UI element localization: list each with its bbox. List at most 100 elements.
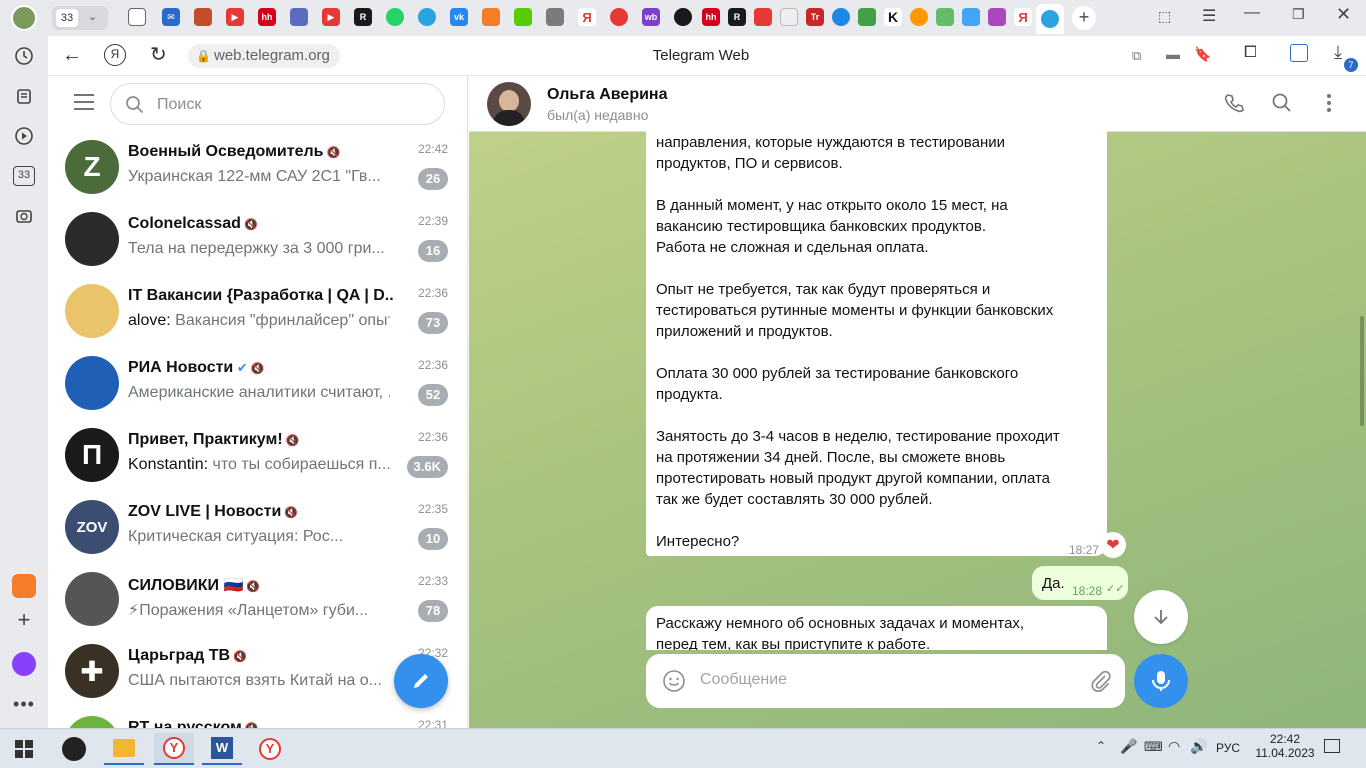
tabs-counter-icon[interactable]: 33 (10, 162, 38, 190)
search-chat-icon[interactable] (1271, 92, 1293, 114)
chevron-down-icon[interactable]: ⌄ (88, 10, 97, 23)
more-icon[interactable]: ••• (10, 690, 38, 718)
clock[interactable]: 22:42 11.04.2023 (1250, 732, 1320, 760)
yandex-browser-icon[interactable]: Y (250, 733, 290, 765)
conversation-header[interactable]: Ольга Аверина был(а) недавно (469, 76, 1366, 132)
media-player-icon[interactable] (54, 733, 94, 765)
tab-icon[interactable] (674, 8, 692, 26)
translate-icon[interactable]: ⧉ (1132, 48, 1141, 64)
active-tab[interactable] (1036, 4, 1064, 34)
unread-badge: 78 (418, 600, 448, 622)
hamburger-menu-icon[interactable] (74, 94, 94, 110)
bookmark-page-icon[interactable]: 🔖 (1194, 46, 1211, 63)
new-tab-button[interactable]: + (1072, 6, 1096, 30)
pencil-icon (414, 674, 428, 688)
emoji-icon[interactable] (662, 669, 686, 693)
volume-icon[interactable]: 🔊 (1190, 738, 1207, 755)
wifi-icon[interactable]: ◠ (1168, 738, 1180, 755)
tab-icon[interactable] (482, 8, 500, 26)
tab-icon[interactable] (290, 8, 308, 26)
bookmark-icon[interactable]: ⬚ (1158, 8, 1171, 25)
scroll-down-button[interactable] (1134, 590, 1188, 644)
tab-icon[interactable] (832, 8, 850, 26)
add-icon[interactable]: + (10, 606, 38, 634)
tab-icon[interactable] (546, 8, 564, 26)
chat-name: Военный Осведомитель 🔇 (128, 143, 340, 161)
windows-start-icon[interactable] (4, 733, 44, 765)
r-tab-icon[interactable]: R (728, 8, 746, 26)
tab-icon[interactable] (936, 8, 954, 26)
minimize-icon[interactable]: — (1244, 4, 1260, 22)
downloads-icon[interactable]: ⤓ (1334, 42, 1342, 63)
notifications-icon[interactable] (1324, 739, 1340, 753)
mail-tab-icon[interactable]: ✉ (162, 8, 180, 26)
search-input[interactable]: Поиск (110, 83, 445, 125)
yandex-tab-icon[interactable]: Я (578, 8, 596, 26)
profile-avatar[interactable] (10, 4, 38, 32)
chat-list-item[interactable]: РИА Новости ✔ 🔇 22:36 Американские аналитик… (48, 348, 467, 420)
voice-message-button[interactable] (1134, 654, 1188, 708)
contact-avatar[interactable] (487, 82, 531, 126)
hh-tab-icon[interactable]: hh (702, 8, 720, 26)
chat-list-item[interactable]: СИЛОВИКИ 🇷🇺 🔇 22:33 ⚡Поражения «Ланцетом» г… (48, 564, 467, 636)
tray-expand-icon[interactable]: ⌃ (1096, 739, 1106, 753)
tab-icon[interactable] (910, 8, 928, 26)
wb-tab-icon[interactable]: wb (642, 8, 660, 26)
tab-icon[interactable] (858, 8, 876, 26)
collections-icon[interactable] (10, 82, 38, 110)
tab-icon[interactable] (754, 8, 772, 26)
mail-app-icon[interactable] (10, 572, 38, 600)
tab-icon[interactable] (962, 8, 980, 26)
message-composer[interactable]: Сообщение (646, 654, 1125, 708)
microphone-tray-icon[interactable]: 🎤 (1120, 738, 1137, 755)
word-icon[interactable]: W (202, 733, 242, 765)
extensions-icon[interactable]: ⧠ (1244, 44, 1257, 62)
network-tray-icon[interactable]: ⌨ (1144, 739, 1163, 755)
tab-icon[interactable] (780, 8, 798, 26)
menu-icon[interactable]: ☰ (1202, 6, 1216, 26)
message-input[interactable]: Сообщение (700, 671, 787, 689)
file-explorer-icon[interactable] (104, 733, 144, 765)
attach-icon[interactable] (1088, 669, 1112, 693)
tab-icon[interactable] (610, 8, 628, 26)
history-icon[interactable] (10, 42, 38, 70)
chat-list-item[interactable]: Colonelcassad 🔇 22:39 Тела на передержку за… (48, 204, 467, 276)
alice-icon[interactable] (10, 650, 38, 678)
hh-tab-icon[interactable]: hh (258, 8, 276, 26)
duolingo-tab-icon[interactable] (514, 8, 532, 26)
chat-list-item[interactable]: ZOV ZOV LIVE | Новости 🔇 22:35 Критическая с… (48, 492, 467, 564)
restore-icon[interactable]: ❐ (1292, 6, 1305, 23)
tab-group-button[interactable]: 33 ⌄ (52, 6, 108, 30)
tab-icon[interactable]: Tr (806, 8, 824, 26)
language-indicator[interactable]: РУС (1216, 741, 1240, 755)
chat-list-item[interactable]: RT на русском🔇 22:31 (48, 708, 467, 728)
whatsapp-tab-icon[interactable] (386, 8, 404, 26)
vk-tab-icon[interactable]: vk (450, 8, 468, 26)
close-window-icon[interactable]: ✕ (1336, 4, 1351, 25)
chat-list-item[interactable]: Z Военный Осведомитель 🔇 22:42 Украинская 12… (48, 132, 467, 204)
r-tab-icon[interactable]: R (354, 8, 372, 26)
chat-list-item[interactable]: П Привет, Практикум! 🔇 22:36 Konstantin: что… (48, 420, 467, 492)
telegram-tab-icon[interactable] (418, 8, 436, 26)
screenshot-extension-icon[interactable] (1290, 44, 1308, 62)
heart-reaction-icon[interactable]: ❤ (1100, 532, 1126, 558)
comment-icon[interactable]: ▬ (1166, 46, 1180, 62)
incoming-message[interactable]: направления, которые нуждаются в тестиро… (646, 126, 1107, 557)
screenshot-icon[interactable] (10, 202, 38, 230)
tab-icon[interactable] (988, 8, 1006, 26)
yandex-browser-icon[interactable]: Y (154, 733, 194, 765)
phone-icon[interactable] (1223, 92, 1245, 114)
outgoing-message[interactable]: Да. 18:28 ✓✓ (1032, 566, 1128, 600)
more-vertical-icon[interactable] (1327, 94, 1331, 112)
page-tab-icon[interactable] (128, 8, 146, 26)
scrollbar[interactable] (1360, 316, 1364, 426)
tab-icon[interactable]: K (884, 8, 902, 26)
compose-button[interactable] (394, 654, 448, 708)
video-icon[interactable] (10, 122, 38, 150)
yandex-tab-icon[interactable]: Я (1014, 8, 1032, 26)
incoming-message[interactable]: Расскажу немного об основных задачах и м… (646, 606, 1107, 650)
youtube-tab-icon[interactable]: ▶ (322, 8, 340, 26)
chat-list-item[interactable]: IT Вакансии {Разработка | QA | D...🔇 22:3… (48, 276, 467, 348)
tab-icon[interactable] (194, 8, 212, 26)
youtube-tab-icon[interactable]: ▶ (226, 8, 244, 26)
